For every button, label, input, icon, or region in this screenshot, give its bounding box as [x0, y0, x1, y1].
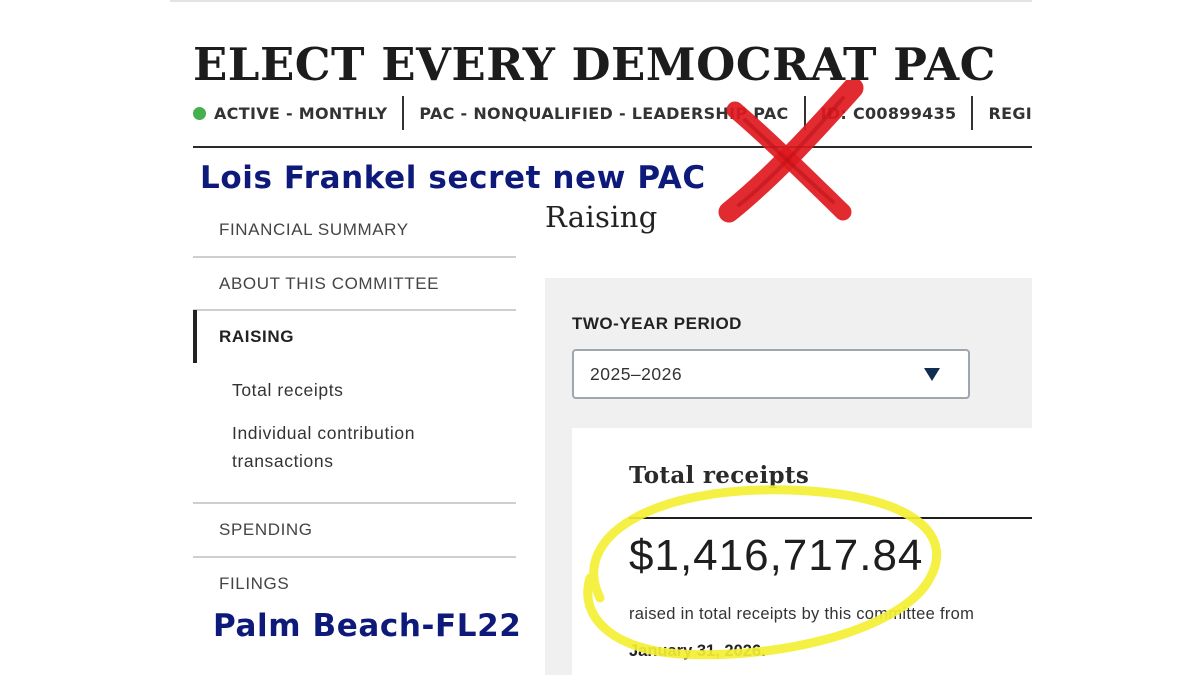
status-badge: ACTIVE - MONTHLY [193, 96, 402, 130]
sidebar-subitem-total-receipts[interactable]: Total receipts [232, 376, 344, 404]
committee-title: ELECT EVERY DEMOCRAT PAC [193, 38, 996, 91]
sidebar-item-filings[interactable]: FILINGS [193, 557, 516, 610]
annotation-top-caption: Lois Frankel secret new PAC [200, 160, 706, 196]
section-heading: Raising [545, 200, 658, 234]
period-select[interactable]: 2025–2026 [572, 349, 970, 399]
annotation-bottom-caption: Palm Beach-FL22 [213, 608, 522, 644]
yellow-circle-icon [583, 485, 942, 660]
period-select-value: 2025–2026 [590, 363, 683, 384]
sidebar-subitem-transactions[interactable]: transactions [232, 447, 334, 475]
period-label: TWO-YEAR PERIOD [572, 314, 742, 333]
status-label: ACTIVE - MONTHLY [214, 103, 388, 123]
sidebar-item-about-this-committee[interactable]: ABOUT THIS COMMITTEE [193, 257, 516, 310]
chevron-down-icon [924, 368, 940, 381]
sidebar-item-financial-summary[interactable]: FINANCIAL SUMMARY [193, 203, 516, 256]
top-divider [170, 0, 1032, 2]
committee-meta-bar: ACTIVE - MONTHLY PAC - NONQUALIFIED - LE… [193, 96, 1032, 130]
meta-divider [193, 146, 1032, 148]
registration-label: REGI [988, 103, 1032, 123]
sidebar-item-raising[interactable]: RAISING [193, 310, 516, 363]
registration-info: REGI [971, 96, 1032, 130]
red-x-icon [718, 80, 864, 223]
sidebar-item-spending[interactable]: SPENDING [193, 503, 516, 556]
status-dot-icon [193, 106, 206, 120]
sidebar-subitem-individual-contribution[interactable]: Individual contribution [232, 419, 415, 447]
